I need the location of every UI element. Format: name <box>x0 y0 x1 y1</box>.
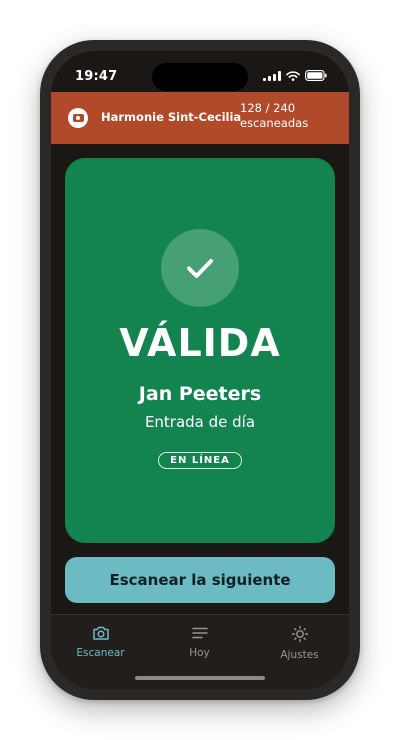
scan-count-value: 128 / 240 <box>240 101 296 115</box>
battery-icon <box>305 70 327 81</box>
tab-scan-label: Escanear <box>76 647 125 659</box>
wifi-icon <box>286 70 300 81</box>
camera-icon <box>92 626 109 640</box>
screen: 19:47 Harmonie Sint-Cecilia 128 / 240 es… <box>51 51 349 689</box>
tab-settings-label: Ajustes <box>280 649 319 661</box>
check-icon <box>161 229 239 307</box>
tab-scan[interactable]: Escanear <box>51 615 150 675</box>
signal-icon <box>263 70 281 81</box>
tab-today-label: Hoy <box>189 647 210 659</box>
status-icons <box>263 70 327 81</box>
status-time: 19:47 <box>75 69 118 84</box>
org-name: Harmonie Sint-Cecilia <box>101 110 242 124</box>
status-bar: 19:47 <box>51 51 349 91</box>
scan-next-button[interactable]: Escanear la siguiente <box>65 557 335 603</box>
list-icon <box>191 627 208 639</box>
verdict-title: VÁLIDA <box>119 321 281 365</box>
ticket-type: Entrada de día <box>144 413 256 431</box>
scan-count-label: escaneadas <box>240 116 309 130</box>
sun-icon <box>291 625 308 643</box>
event-header: Harmonie Sint-Cecilia 128 / 240 escanead… <box>51 92 349 144</box>
tab-today[interactable]: Hoy <box>150 615 249 675</box>
tab-settings[interactable]: Ajustes <box>250 615 349 675</box>
home-indicator[interactable] <box>135 676 265 680</box>
result-card: VÁLIDA Jan Peeters Entrada de día EN LÍN… <box>65 158 335 543</box>
org-logo-icon <box>68 108 88 128</box>
phone-frame: 19:47 Harmonie Sint-Cecilia 128 / 240 es… <box>40 40 360 700</box>
dynamic-island <box>152 63 248 91</box>
ticket-holder-name: Jan Peeters <box>138 383 262 405</box>
scan-count: 128 / 240 escaneadas <box>240 101 308 131</box>
online-status-badge: EN LÍNEA <box>158 452 242 469</box>
